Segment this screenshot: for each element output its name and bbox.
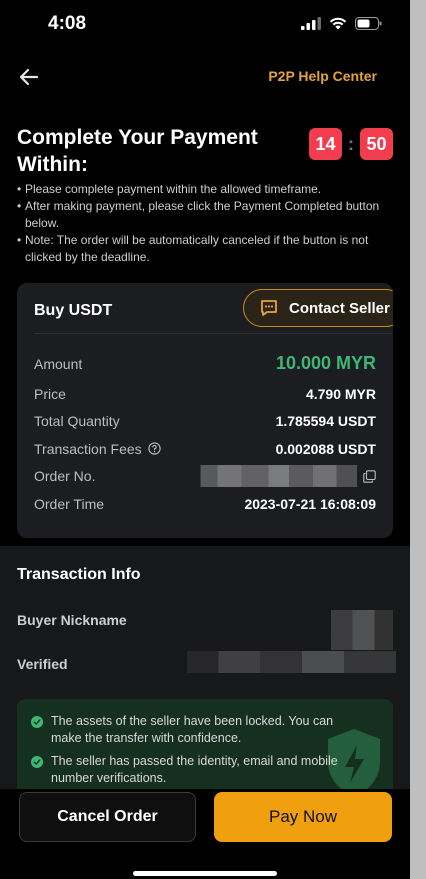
- check-icon: [31, 716, 43, 728]
- order-no-label: Order No.: [34, 468, 96, 485]
- status-time: 4:08: [48, 13, 87, 34]
- home-indicator[interactable]: [133, 871, 277, 876]
- amount-row: Amount 10.000 MYR: [34, 347, 376, 380]
- transaction-fees-value: 0.002088 USDT: [275, 440, 376, 457]
- back-arrow-icon[interactable]: [16, 64, 42, 90]
- contact-seller-button[interactable]: Contact Seller: [243, 289, 393, 327]
- price-label: Price: [34, 385, 66, 402]
- wifi-icon: [329, 17, 347, 30]
- order-details: Amount 10.000 MYR Price 4.790 MYR Total …: [34, 351, 376, 518]
- payment-notes: Please complete payment within the allow…: [17, 181, 387, 266]
- countdown-seconds: 50: [360, 128, 393, 160]
- scrollbar[interactable]: [410, 0, 426, 879]
- order-card: Buy USDT Contact Seller Amount 10.000 MY…: [17, 283, 393, 538]
- page-title: Complete Your Payment Within:: [17, 126, 258, 176]
- countdown-minutes: 14: [309, 128, 342, 160]
- payment-note: Note: The order will be automatically ca…: [17, 232, 387, 266]
- payment-note: Please complete payment within the allow…: [17, 181, 387, 198]
- transaction-fees-label: Transaction Fees: [34, 440, 142, 457]
- signal-icon: [301, 16, 321, 30]
- chat-icon: [261, 300, 277, 316]
- countdown-timer: 14 : 50: [309, 128, 393, 160]
- transaction-fees-label-group: Transaction Fees: [34, 441, 161, 457]
- check-icon: [31, 756, 43, 768]
- verified-label: Verified: [17, 656, 68, 672]
- verified-masked: [187, 651, 396, 673]
- amount-label: Amount: [34, 355, 83, 372]
- order-no-value-group: [187, 465, 376, 488]
- buyer-nickname-label: Buyer Nickname: [17, 612, 127, 628]
- status-icons: [301, 16, 382, 30]
- security-note-text: The assets of the seller have been locke…: [51, 714, 334, 745]
- bottom-action-bar: Cancel Order Pay Now: [0, 789, 410, 879]
- amount-value: 10.000 MYR: [275, 353, 376, 373]
- status-bar: 4:08: [0, 0, 410, 50]
- order-no-row: Order No.: [34, 463, 376, 491]
- p2p-help-center-link[interactable]: P2P Help Center: [268, 68, 377, 84]
- transaction-info-title: Transaction Info: [17, 566, 141, 583]
- battery-icon: [355, 16, 382, 30]
- order-no-masked: [187, 465, 357, 488]
- help-circle-icon[interactable]: [147, 442, 161, 455]
- contact-seller-label: Contact Seller: [289, 299, 390, 317]
- security-note: The seller has passed the identity, emai…: [31, 753, 341, 787]
- copy-icon[interactable]: [363, 470, 376, 483]
- total-quantity-label: Total Quantity: [34, 413, 120, 430]
- card-divider: [34, 333, 393, 334]
- security-note: The assets of the seller have been locke…: [31, 713, 341, 747]
- countdown-separator: :: [348, 133, 354, 154]
- order-time-label: Order Time: [34, 495, 105, 512]
- total-quantity-row: Total Quantity 1.785594 USDT: [34, 408, 376, 436]
- price-value: 4.790 MYR: [305, 385, 376, 402]
- transaction-info-section: Transaction Info Buyer Nickname Verified…: [0, 546, 410, 809]
- pay-now-button[interactable]: Pay Now: [214, 792, 392, 842]
- phone-screen: 4:08 P2P Help Center Complete Your Payme…: [0, 0, 410, 879]
- total-quantity-value: 1.785594 USDT: [275, 413, 376, 430]
- price-row: Price 4.790 MYR: [34, 380, 376, 408]
- buyer-nickname-masked: [331, 610, 393, 650]
- order-card-title: Buy USDT: [34, 302, 113, 319]
- order-time-row: Order Time 2023-07-21 16:08:09: [34, 490, 376, 518]
- transaction-fees-row: Transaction Fees 0.002088 USDT: [34, 435, 376, 463]
- security-note-text: The seller has passed the identity, emai…: [51, 754, 338, 785]
- payment-note: After making payment, please click the P…: [17, 198, 387, 232]
- cancel-order-button[interactable]: Cancel Order: [19, 792, 196, 842]
- order-time-value: 2023-07-21 16:08:09: [244, 495, 376, 512]
